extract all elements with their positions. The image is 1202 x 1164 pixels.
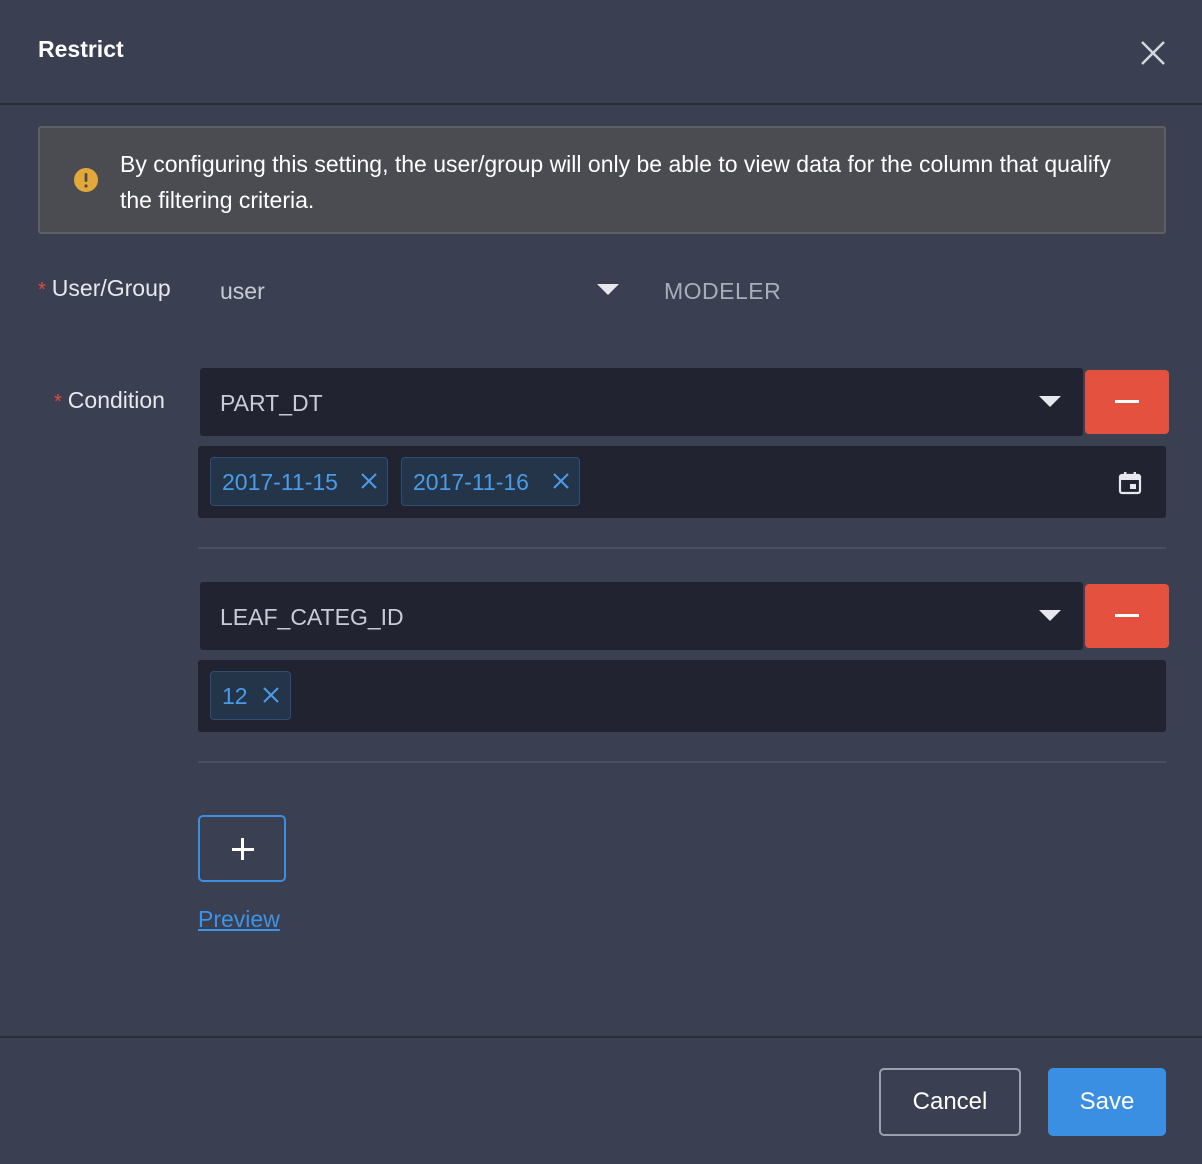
remove-condition-button[interactable] xyxy=(1085,584,1169,648)
chevron-down-icon xyxy=(1039,396,1061,407)
plus-icon xyxy=(241,838,244,860)
value-tag: 2017-11-16 xyxy=(401,457,580,506)
user-group-label: * User/Group xyxy=(38,275,171,301)
chevron-down-icon xyxy=(597,284,619,295)
condition-divider xyxy=(198,547,1166,549)
close-icon[interactable] xyxy=(359,470,379,490)
condition-divider xyxy=(198,761,1166,763)
add-condition-button[interactable] xyxy=(198,815,286,882)
alert-message: By configuring this setting, the user/gr… xyxy=(120,151,1111,213)
required-marker: * xyxy=(38,279,46,301)
calendar-icon[interactable] xyxy=(1118,471,1142,495)
warning-alert: By configuring this setting, the user/gr… xyxy=(38,126,1166,234)
warning-icon xyxy=(73,167,99,193)
condition-column-select[interactable]: LEAF_CATEG_ID xyxy=(200,582,1083,650)
preview-link[interactable]: Preview xyxy=(198,906,280,933)
close-icon[interactable] xyxy=(261,684,281,704)
value-tag-label: 2017-11-16 xyxy=(413,469,529,495)
chevron-down-icon xyxy=(1039,610,1061,621)
close-icon[interactable] xyxy=(1136,36,1170,70)
condition-column-value: LEAF_CATEG_ID xyxy=(220,604,404,630)
value-tag-label: 12 xyxy=(222,683,248,709)
condition-values-input[interactable]: 12 xyxy=(198,660,1166,732)
condition-label: * Condition xyxy=(54,387,165,413)
value-tag: 2017-11-15 xyxy=(210,457,388,506)
condition-values-input[interactable]: 2017-11-15 2017-11-16 xyxy=(198,446,1166,518)
condition-column-value: PART_DT xyxy=(220,390,323,416)
value-tag-label: 2017-11-15 xyxy=(222,469,338,495)
user-type-select[interactable]: user xyxy=(200,262,630,320)
required-marker: * xyxy=(54,391,62,413)
user-type-value: user xyxy=(220,278,265,304)
value-tag: 12 xyxy=(210,671,291,720)
remove-condition-button[interactable] xyxy=(1085,370,1169,434)
condition-column-select[interactable]: PART_DT xyxy=(200,368,1083,436)
minus-icon xyxy=(1115,614,1139,617)
minus-icon xyxy=(1115,400,1139,403)
footer-divider xyxy=(0,1036,1202,1038)
save-button[interactable]: Save xyxy=(1048,1068,1166,1136)
cancel-button[interactable]: Cancel xyxy=(879,1068,1021,1136)
dialog-title: Restrict xyxy=(38,36,124,62)
dialog-header: Restrict xyxy=(0,0,1202,105)
user-name-select[interactable]: MODELER xyxy=(664,278,781,305)
close-icon[interactable] xyxy=(551,470,571,490)
